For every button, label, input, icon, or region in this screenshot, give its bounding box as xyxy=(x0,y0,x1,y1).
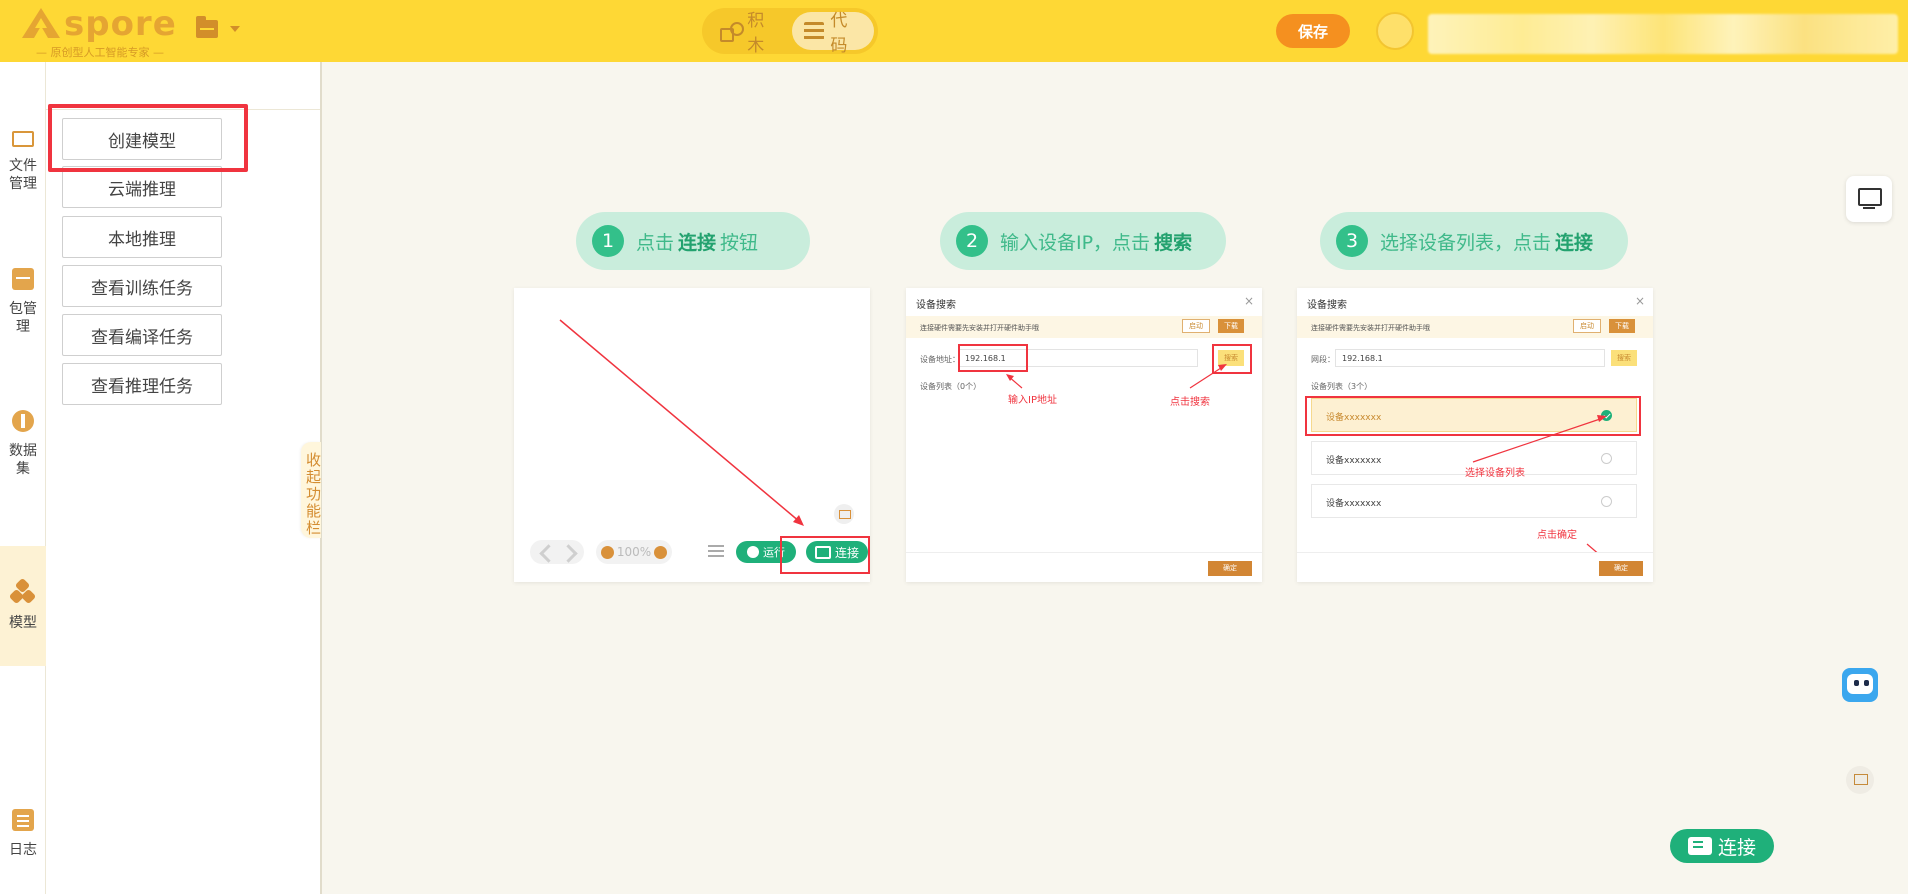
log-icon xyxy=(12,809,34,831)
step-text-bold: 连接 xyxy=(1555,231,1594,254)
rail-item-packages[interactable]: 包管理 xyxy=(0,246,46,358)
step-3-pill: 3 选择设备列表，点击 连接 xyxy=(1320,212,1628,270)
step-2-pill: 2 输入设备IP，点击 搜索 xyxy=(940,212,1226,270)
note-search: 点击搜索 xyxy=(1170,397,1210,408)
arrow-icon xyxy=(1006,364,1227,389)
spore-logo: spore — 原创型人工智能专家 — xyxy=(20,4,180,59)
code-icon xyxy=(804,22,825,40)
step-1-pill: 1 点击 连接 按钮 xyxy=(576,212,810,270)
rail-item-label: 模型 xyxy=(9,615,37,631)
step-number: 3 xyxy=(1336,225,1368,257)
arrow-icon xyxy=(1472,415,1618,571)
project-folder-menu[interactable] xyxy=(196,16,244,42)
dataset-icon xyxy=(12,410,34,432)
view-compile-tasks-button[interactable]: 查看编译任务 xyxy=(62,314,222,356)
step-text-bold: 搜索 xyxy=(1154,231,1193,254)
undo-redo-icon xyxy=(530,540,584,564)
blocks-icon xyxy=(720,22,745,42)
top-bar: spore — 原创型人工智能专家 — 积木 代码 保存 xyxy=(0,0,1908,62)
rail-item-files[interactable]: 文件管理 xyxy=(0,104,46,216)
model-panel: 创建模型 云端推理 本地推理 查看训练任务 查看编译任务 查看推理任务 xyxy=(46,62,322,894)
rail-item-label: 数据集 xyxy=(9,443,37,477)
mode-blocks-label: 积木 xyxy=(747,11,765,56)
connect-button[interactable]: 连接 xyxy=(1670,829,1774,863)
list-icon xyxy=(708,545,724,559)
monitor-icon xyxy=(834,504,854,524)
note-confirm: 点击确定 xyxy=(1537,530,1577,541)
model-icon xyxy=(8,577,37,605)
step-text-pre: 输入设备IP，点击 xyxy=(1000,231,1151,254)
local-inference-button[interactable]: 本地推理 xyxy=(62,216,222,258)
rail-item-label: 日志 xyxy=(9,842,37,858)
rail-item-log[interactable]: 日志 xyxy=(0,784,46,884)
step-1-screenshot: 100% 运行 连接 xyxy=(514,288,870,582)
rail-item-label: 文件管理 xyxy=(9,158,37,192)
left-rail: 文件管理 包管理 数据集 模型 日志 xyxy=(0,62,46,894)
run-button-sample: 运行 xyxy=(736,541,796,563)
step-text-post: 按钮 xyxy=(720,231,759,254)
dialog-footer: 确定 xyxy=(906,552,1262,582)
step-number: 2 xyxy=(956,225,988,257)
save-button[interactable]: 保存 xyxy=(1276,14,1350,48)
arrow-icon xyxy=(559,319,804,526)
mode-code-label: 代码 xyxy=(830,11,848,56)
editor-toolbar: 100% 运行 连接 xyxy=(530,540,868,566)
logo-name: spore xyxy=(64,4,177,44)
step-number: 1 xyxy=(592,225,624,257)
rail-item-label: 包管理 xyxy=(9,301,37,335)
rail-item-model[interactable]: 模型 xyxy=(0,546,46,666)
step-2-screenshot: 设备搜索 × 连接硬件需要先安装并打开硬件助手哦 启动 下载 设备地址： 192… xyxy=(906,288,1262,582)
connect-icon xyxy=(1687,837,1712,855)
ok-button-sample: 确定 xyxy=(1599,561,1643,576)
view-training-tasks-button[interactable]: 查看训练任务 xyxy=(62,265,222,307)
user-info-blurred xyxy=(1428,14,1898,54)
step-text-bold: 连接 xyxy=(678,231,717,254)
logo-tagline: — 原创型人工智能专家 — xyxy=(36,46,164,59)
step-3-screenshot: 设备搜索 × 连接硬件需要先安装并打开硬件助手哦 启动 下载 网段： 192.1… xyxy=(1297,288,1653,582)
mode-switch: 积木 代码 xyxy=(702,8,878,56)
screen-icon[interactable] xyxy=(1846,766,1874,794)
ok-button-sample: 确定 xyxy=(1208,561,1252,576)
rail-item-dataset[interactable]: 数据集 xyxy=(0,388,46,500)
mode-code-tab[interactable]: 代码 xyxy=(792,11,874,56)
mode-blocks-tab[interactable]: 积木 xyxy=(708,11,792,56)
folder-icon xyxy=(12,131,34,147)
zoom-out-icon xyxy=(601,545,614,559)
dialog-footer: 确定 xyxy=(1297,552,1653,582)
step-text-pre: 选择设备列表，点击 xyxy=(1380,231,1552,254)
note-ip: 输入IP地址 xyxy=(1008,395,1057,406)
zoom-control: 100% xyxy=(596,540,672,564)
monitor-icon[interactable] xyxy=(1846,176,1892,222)
folder-icon xyxy=(196,16,218,38)
connect-label: 连接 xyxy=(1717,837,1756,859)
view-inference-tasks-button[interactable]: 查看推理任务 xyxy=(62,363,222,405)
cloud-inference-button[interactable]: 云端推理 xyxy=(62,166,222,208)
chevron-down-icon xyxy=(230,26,240,32)
robot-assistant-icon[interactable] xyxy=(1840,664,1880,706)
note-select: 选择设备列表 xyxy=(1465,468,1525,479)
panel-header xyxy=(46,62,320,110)
zoom-level: 100% xyxy=(616,545,652,559)
collapse-panel-button[interactable]: 收起功能栏 xyxy=(301,442,322,538)
logo-mark-icon xyxy=(22,8,60,38)
step-text-pre: 点击 xyxy=(636,231,675,254)
create-model-button[interactable]: 创建模型 xyxy=(62,118,222,160)
connect-button-sample: 连接 xyxy=(806,541,868,563)
avatar[interactable] xyxy=(1376,12,1414,50)
package-icon xyxy=(12,268,34,290)
zoom-in-icon xyxy=(654,545,667,559)
